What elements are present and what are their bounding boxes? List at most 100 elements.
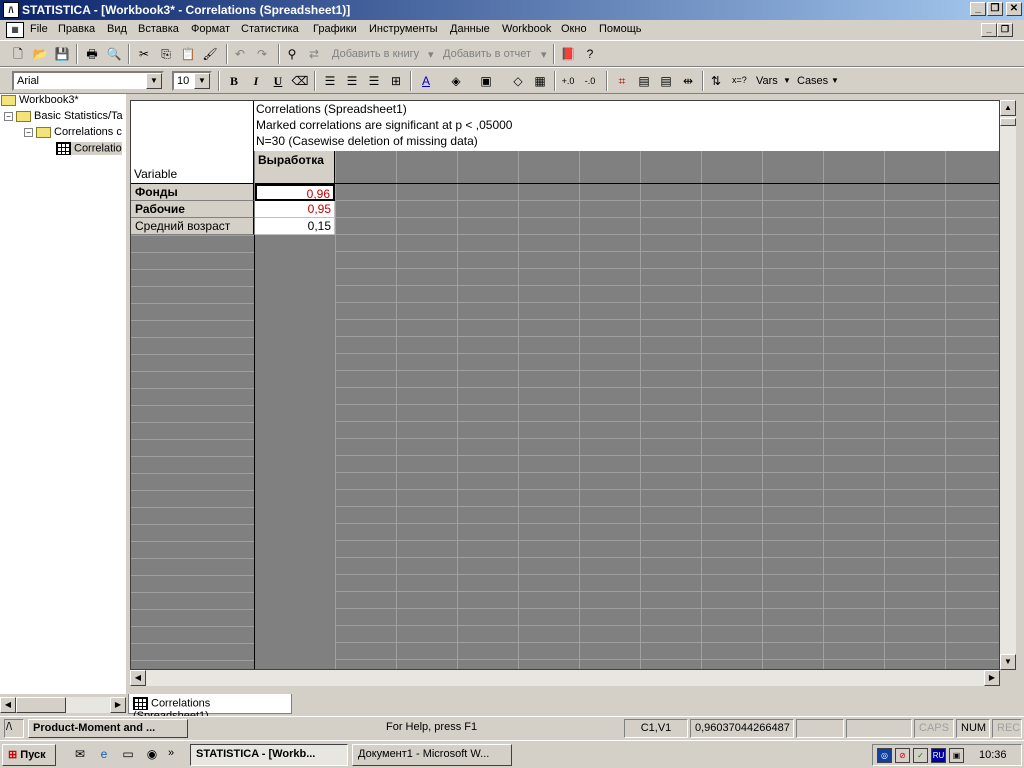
mdi-minimize-button[interactable]: _	[981, 23, 997, 37]
menu-workbook[interactable]: Workbook	[502, 23, 551, 35]
menu-tools[interactable]: Инструменты	[369, 23, 438, 35]
clear-format-icon[interactable]: ⌫	[290, 72, 310, 90]
variable-grid-icon[interactable]: ⌗	[612, 72, 632, 90]
tab-correlations-spreadsheet[interactable]: Correlations (Spreadsheet1)	[128, 694, 292, 722]
merge-icon[interactable]: ⊞	[386, 72, 406, 90]
sort-icon[interactable]: ⇅	[706, 72, 726, 90]
language-indicator[interactable]: RU	[931, 748, 946, 763]
vars-menu-button[interactable]: Vars	[756, 75, 778, 87]
taskbar-statistica[interactable]: STATISTICA - [Workb...	[190, 744, 348, 766]
tray-icon-2[interactable]: ⊘	[895, 748, 910, 763]
menu-edit[interactable]: Правка	[58, 23, 95, 35]
tree-node-basic-statistics[interactable]: − Basic Statistics/Ta	[4, 110, 123, 122]
add-to-workbook-dropdown-icon[interactable]: ▾	[428, 48, 434, 61]
tray-icon-3[interactable]: ✓	[913, 748, 928, 763]
chevron-down-icon[interactable]: ▼	[194, 73, 210, 89]
data-cell[interactable]: 0,15	[255, 218, 335, 235]
quicklaunch-desktop-icon[interactable]: ▭	[118, 745, 138, 763]
quicklaunch-app-icon[interactable]: ◉	[142, 745, 162, 763]
quicklaunch-ie-icon[interactable]: e	[94, 745, 114, 763]
data-cell[interactable]: 0,96	[255, 184, 335, 201]
align-center-icon[interactable]: ☰	[342, 72, 362, 90]
scroll-up-icon[interactable]: ▲	[1000, 100, 1016, 116]
column-header-vyrabotka[interactable]: Выработка	[255, 151, 335, 184]
copy-icon[interactable]: ⎘	[156, 45, 176, 63]
menu-view[interactable]: Вид	[107, 23, 127, 35]
mdi-restore-button[interactable]: ❐	[997, 23, 1013, 37]
open-icon[interactable]: 📂	[30, 45, 50, 63]
bold-button[interactable]: B	[224, 72, 244, 90]
tree-node-workbook[interactable]: Workbook3*	[1, 94, 79, 106]
fill-color-icon[interactable]: ◈	[446, 72, 466, 90]
taskbar-word[interactable]: Документ1 - Microsoft W...	[352, 744, 512, 766]
minimize-button[interactable]: _	[970, 2, 986, 16]
align-left-icon[interactable]: ☰	[320, 72, 340, 90]
case-spec-icon[interactable]: ▤	[656, 72, 676, 90]
find-icon[interactable]: ⚲	[282, 45, 302, 63]
menu-help[interactable]: Помощь	[599, 23, 642, 35]
save-icon[interactable]: 💾	[52, 45, 72, 63]
add-to-report-dropdown-icon[interactable]: ▾	[541, 48, 547, 61]
scroll-left-icon[interactable]: ◀	[130, 670, 146, 686]
italic-button[interactable]: I	[246, 72, 266, 90]
menu-statistics[interactable]: Статистика	[241, 23, 299, 35]
cut-icon[interactable]: ✂	[134, 45, 154, 63]
tray-icon-1[interactable]: ◎	[877, 748, 892, 763]
undo-icon[interactable]: ↶	[230, 45, 250, 63]
menu-file[interactable]: File	[30, 23, 48, 35]
border-icon[interactable]: ▣	[476, 72, 496, 90]
tray-icon-network[interactable]: ▣	[949, 748, 964, 763]
font-color-icon[interactable]: A	[416, 72, 436, 90]
scroll-right-icon[interactable]: ▶	[984, 670, 1000, 686]
help-book-icon[interactable]: 📕	[558, 45, 578, 63]
tree-node-correlations-folder[interactable]: − Correlations c	[24, 126, 122, 138]
new-icon[interactable]: 🗋	[8, 45, 28, 63]
menu-graphs[interactable]: Графики	[313, 23, 357, 35]
document-icon[interactable]: ▦	[6, 22, 24, 38]
scroll-left-icon[interactable]: ◀	[0, 697, 16, 713]
row-header[interactable]: Рабочие	[131, 201, 254, 218]
font-name-combo[interactable]: Arial ▼	[12, 71, 164, 91]
cases-menu-button[interactable]: Cases	[797, 75, 828, 87]
quicklaunch-outlook-icon[interactable]: ✉	[70, 745, 90, 763]
horizontal-scrollbar[interactable]: ◀ ▶	[130, 670, 1000, 686]
font-size-combo[interactable]: 10 ▼	[172, 71, 212, 91]
print-preview-icon[interactable]: 🔍	[104, 45, 124, 63]
collapse-icon[interactable]: −	[24, 127, 33, 137]
scroll-thumb[interactable]	[16, 697, 66, 713]
statistica-app-icon[interactable]: /\	[3, 2, 19, 18]
fit-columns-icon[interactable]: ⇹	[678, 72, 698, 90]
increase-decimal-icon[interactable]: +.0	[558, 72, 578, 90]
vertical-scrollbar[interactable]: ▲ ▼	[1000, 100, 1016, 670]
xeq-button[interactable]: x=?	[732, 75, 747, 85]
chevron-down-icon[interactable]: ▼	[783, 76, 791, 85]
start-button[interactable]: ⊞ Пуск	[2, 744, 56, 766]
align-right-icon[interactable]: ☰	[364, 72, 384, 90]
restore-button[interactable]: ❐	[987, 2, 1003, 16]
statistica-status-icon[interactable]: /\	[4, 719, 24, 738]
decrease-decimal-icon[interactable]: -.0	[580, 72, 600, 90]
add-to-workbook-button[interactable]: Добавить в книгу	[332, 48, 419, 60]
redo-icon[interactable]: ↷	[252, 45, 272, 63]
paste-icon[interactable]: 📋	[178, 45, 198, 63]
row-header[interactable]: Фонды	[131, 184, 254, 201]
marker-icon[interactable]: ◇	[508, 72, 528, 90]
scroll-right-icon[interactable]: ▶	[110, 697, 126, 713]
menu-window[interactable]: Окно	[561, 23, 587, 35]
close-button[interactable]: ✕	[1006, 2, 1022, 16]
tree-horizontal-scrollbar[interactable]: ◀ ▶	[0, 697, 126, 713]
context-help-icon[interactable]: ?	[580, 45, 600, 63]
menu-insert[interactable]: Вставка	[138, 23, 179, 35]
variable-spec-icon[interactable]: ▤	[634, 72, 654, 90]
print-icon[interactable]: 🖶	[82, 45, 102, 63]
tree-node-correlations-sheet[interactable]: Correlatio	[56, 142, 122, 155]
chevron-down-icon[interactable]: ▼	[146, 73, 162, 89]
menu-format[interactable]: Формат	[191, 23, 230, 35]
grid-icon[interactable]: ▦	[530, 72, 550, 90]
chevron-down-icon[interactable]: ▼	[831, 76, 839, 85]
replace-icon[interactable]: ⇄	[304, 45, 324, 63]
underline-button[interactable]: U	[268, 72, 288, 90]
collapse-icon[interactable]: −	[4, 111, 13, 121]
spreadsheet-grid[interactable]	[335, 183, 999, 669]
scroll-down-icon[interactable]: ▼	[1000, 654, 1016, 670]
